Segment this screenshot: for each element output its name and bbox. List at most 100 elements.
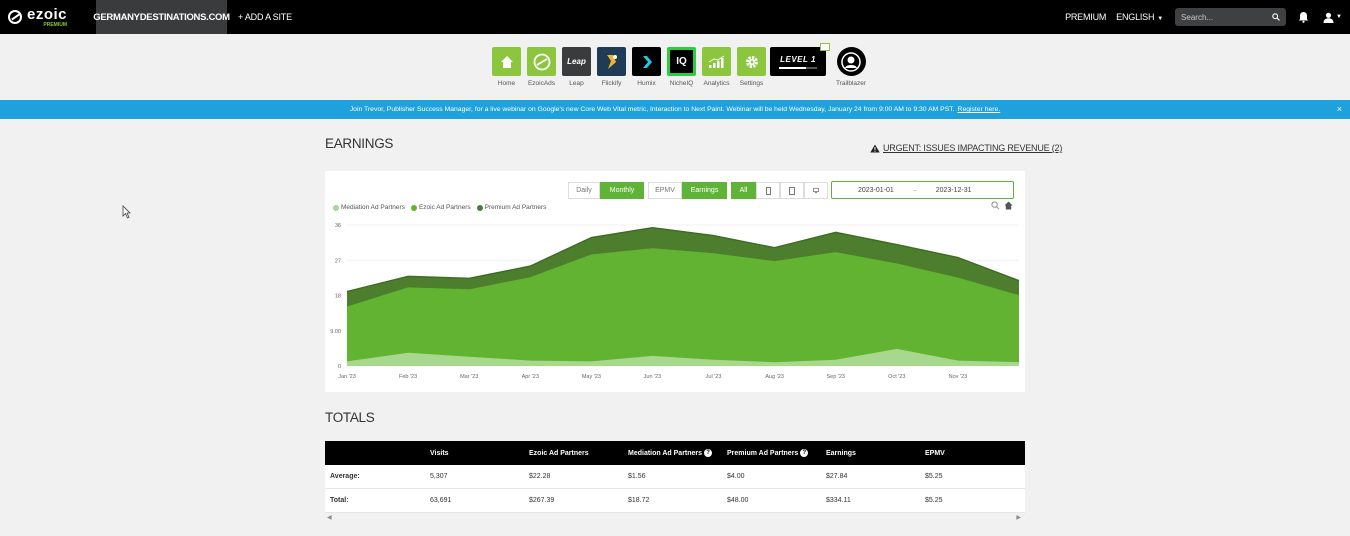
nicheiq-icon: IQ xyxy=(670,50,693,73)
top-navbar: ezoic PREMIUM GERMANYDESTINATIONS.COM + … xyxy=(0,0,1350,34)
home-icon[interactable] xyxy=(1004,201,1013,210)
metric-toggle: EPMV Earnings xyxy=(648,182,727,199)
legend-swatch xyxy=(476,204,483,211)
mobile-device-button[interactable] xyxy=(756,182,780,199)
legend-swatch xyxy=(333,204,339,211)
table-cell: $267.39 xyxy=(529,497,555,504)
app-ezoicads[interactable]: EzoicAds xyxy=(524,47,559,87)
level-tile: LEVEL 1 xyxy=(770,43,830,76)
table-cell: $48.00 xyxy=(727,497,749,504)
epmv-button[interactable]: EPMV xyxy=(648,182,682,199)
site-selector-tab[interactable]: GERMANYDESTINATIONS.COM xyxy=(93,0,230,34)
search-input[interactable] xyxy=(1181,12,1262,22)
home-icon xyxy=(500,55,513,68)
table-cell: $4.00 xyxy=(727,473,745,480)
app-launcher: Home EzoicAds Leap Leap Flickify Humix I… xyxy=(489,43,873,87)
level-progress-bar xyxy=(779,66,817,69)
column-header-label: Premium Ad Partners xyxy=(727,449,799,457)
help-icon[interactable]: ? xyxy=(704,449,713,457)
search-icon[interactable] xyxy=(1272,13,1280,21)
zoom-icon[interactable] xyxy=(991,201,1000,210)
app-trailblazer[interactable]: Trailblazer xyxy=(829,47,873,87)
humix-icon xyxy=(642,55,652,68)
add-site-link[interactable]: + ADD A SITE xyxy=(238,12,292,22)
y-tick-label: 9.00 xyxy=(330,329,341,335)
period-toggle: Daily Monthly xyxy=(568,182,644,199)
settings-icon xyxy=(745,55,758,68)
earnings-button[interactable]: Earnings xyxy=(682,182,727,199)
register-link[interactable]: Register here. xyxy=(958,106,1001,113)
language-label: ENGLISH xyxy=(1116,12,1155,22)
date-end[interactable]: 2023-12-31 xyxy=(936,187,972,194)
table-cell: 5,307 xyxy=(430,473,448,480)
chart-legend: Mediation Ad Partners Ezoic Ad Partners … xyxy=(333,204,552,211)
help-icon[interactable]: ? xyxy=(800,449,809,457)
ezoic-logo[interactable]: ezoic PREMIUM xyxy=(0,0,96,34)
logo-word: ezoic xyxy=(27,5,68,23)
column-header: Visits xyxy=(430,449,449,457)
bell-icon[interactable] xyxy=(1298,11,1309,23)
level-badge[interactable]: LEVEL 1 xyxy=(770,43,830,87)
tablet-device-button[interactable] xyxy=(780,182,804,199)
x-tick-label: Jul '23 xyxy=(706,374,722,380)
humix-tile xyxy=(632,47,661,76)
ezoic-logo-icon xyxy=(8,10,22,24)
close-icon[interactable]: × xyxy=(1337,104,1342,114)
column-header: EPMV xyxy=(925,449,945,457)
search-box[interactable] xyxy=(1175,8,1287,26)
column-header: Ezoic Ad Partners xyxy=(529,449,589,457)
flickify-icon xyxy=(606,54,617,69)
app-label: EzoicAds xyxy=(527,80,556,87)
date-separator: – xyxy=(912,186,917,194)
user-menu[interactable]: ▼ xyxy=(1323,12,1342,23)
app-label: Home xyxy=(497,80,516,87)
table-cell: $5.25 xyxy=(925,497,943,504)
scroll-left-icon[interactable]: ◀ xyxy=(327,514,332,521)
announcement-banner: Join Trevor, Publisher Success Manager, … xyxy=(0,100,1350,119)
chevron-down-icon: ▼ xyxy=(1157,16,1164,22)
app-leap[interactable]: Leap Leap xyxy=(559,47,594,87)
app-label: NicheIQ xyxy=(669,80,694,87)
premium-link[interactable]: PREMIUM xyxy=(1065,12,1106,22)
app-label: Analytics xyxy=(703,80,730,87)
x-tick-label: Feb '23 xyxy=(399,374,417,380)
legend-label: Ezoic Ad Partners xyxy=(418,204,471,211)
date-range-picker[interactable]: 2023-01-01 – 2023-12-31 xyxy=(831,181,1014,199)
urgent-issues-link[interactable]: URGENT: ISSUES IMPACTING REVENUE (2) xyxy=(870,143,1062,153)
app-analytics[interactable]: Analytics xyxy=(699,47,734,87)
urgent-text: URGENT: ISSUES IMPACTING REVENUE (2) xyxy=(883,143,1063,153)
x-tick-label: May '23 xyxy=(582,374,601,380)
app-flickify[interactable]: Flickify xyxy=(594,47,629,87)
monthly-button[interactable]: Monthly xyxy=(600,182,644,199)
earnings-title: EARNINGS xyxy=(325,136,394,151)
trailblazer-tile xyxy=(836,47,866,76)
home-tile xyxy=(492,47,521,76)
app-home[interactable]: Home xyxy=(489,47,524,87)
app-settings[interactable]: Settings xyxy=(734,47,769,87)
daily-button[interactable]: Daily xyxy=(568,182,600,199)
table-horizontal-scrollbar[interactable]: ◀ ▶ xyxy=(325,514,1025,524)
scroll-right-icon[interactable]: ▶ xyxy=(1016,514,1021,521)
x-tick-label: Sep '23 xyxy=(826,374,844,380)
legend-swatch xyxy=(410,204,417,211)
legend-item[interactable]: Premium Ad Partners xyxy=(476,204,546,211)
legend-label: Mediation Ad Partners xyxy=(341,204,405,211)
ezoicads-tile xyxy=(527,47,556,76)
date-start[interactable]: 2023-01-01 xyxy=(858,187,894,194)
y-tick-label: 18 xyxy=(335,294,341,300)
language-dropdown[interactable]: ENGLISH ▼ xyxy=(1116,12,1163,22)
table-cell: Total: xyxy=(330,497,349,504)
table-row: Average: 5,307 $22.28 $1.56 $4.00 $27.84… xyxy=(325,465,1025,489)
legend-item[interactable]: Mediation Ad Partners xyxy=(333,204,405,211)
column-header: Premium Ad Partners? xyxy=(727,449,826,457)
x-tick-label: Oct '23 xyxy=(888,374,905,380)
legend-item[interactable]: Ezoic Ad Partners xyxy=(410,204,471,211)
mail-icon xyxy=(820,43,830,51)
app-label: Settings xyxy=(739,80,764,87)
app-nicheiq[interactable]: IQ NicheIQ xyxy=(664,47,699,87)
all-devices-button[interactable]: All xyxy=(731,182,756,199)
earnings-chart: 0 9.00 18 27 36 Jan '23 Feb '23 Mar '23 Apr '23 M… xyxy=(330,223,1020,380)
app-humix[interactable]: Humix xyxy=(629,47,664,87)
app-label: Humix xyxy=(637,80,656,87)
desktop-device-button[interactable] xyxy=(804,182,828,199)
